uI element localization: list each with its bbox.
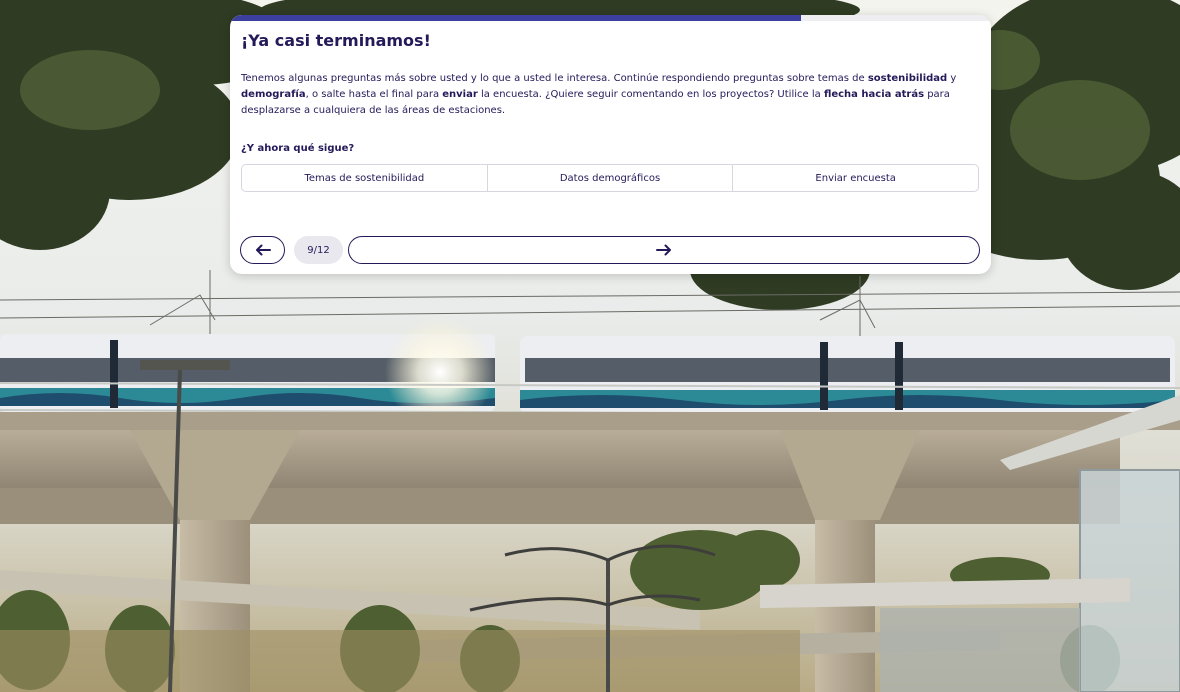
card-description: Tenemos algunas preguntas más sobre uste… xyxy=(241,71,978,119)
description-bold-back-arrow: flecha hacia atrás xyxy=(823,89,925,100)
description-text: Tenemos algunas preguntas más sobre uste… xyxy=(241,73,868,84)
step-demographic-data[interactable]: Datos demográficos xyxy=(486,165,733,191)
step-submit-survey[interactable]: Enviar encuesta xyxy=(732,165,978,191)
description-text: la encuesta. ¿Quiere seguir comentando e… xyxy=(477,89,824,100)
progress-bar xyxy=(230,15,991,21)
progress-bar-fill xyxy=(230,15,801,21)
next-steps-heading: ¿Y ahora qué sigue? xyxy=(241,143,355,154)
description-text: , o salte hasta el final para xyxy=(305,89,443,100)
card-title: ¡Ya casi terminamos! xyxy=(241,31,431,50)
page-indicator: 9/12 xyxy=(294,236,343,264)
description-bold-submit: enviar xyxy=(442,89,478,100)
next-button[interactable] xyxy=(348,236,980,264)
description-bold-demography: demografía xyxy=(241,89,306,100)
arrow-left-icon xyxy=(255,244,271,256)
description-bold-sustainability: sostenibilidad xyxy=(867,73,948,84)
back-button[interactable] xyxy=(240,236,285,264)
description-text: y xyxy=(947,73,957,84)
arrow-right-icon xyxy=(656,244,671,256)
next-steps-list: Temas de sostenibilidad Datos demográfic… xyxy=(241,164,979,192)
step-sustainability-topics[interactable]: Temas de sostenibilidad xyxy=(242,165,487,191)
survey-card: ¡Ya casi terminamos! Tenemos algunas pre… xyxy=(230,15,991,274)
